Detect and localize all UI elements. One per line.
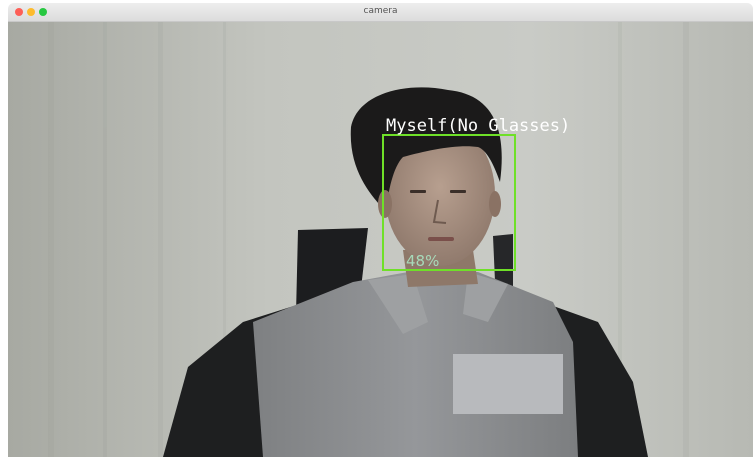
face-detection-box: [382, 134, 516, 271]
title-bar[interactable]: camera: [8, 3, 753, 22]
camera-frame: [8, 22, 753, 457]
confidence-label: 48%: [406, 252, 440, 270]
detection-label: Myself(No Glasses): [386, 116, 571, 136]
camera-window: camera Myself(No Glasses) 48%: [8, 3, 753, 457]
camera-feed: Myself(No Glasses) 48%: [8, 22, 753, 457]
shirt-light-panel: [453, 354, 563, 414]
window-title: camera: [363, 6, 398, 16]
